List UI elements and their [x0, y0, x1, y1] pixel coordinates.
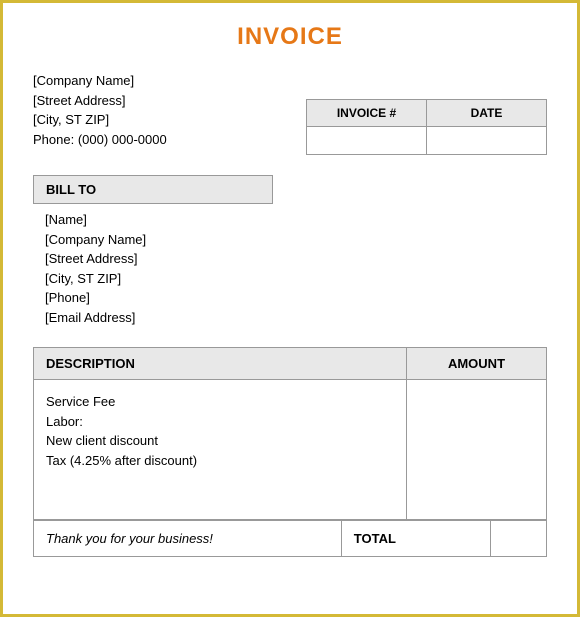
company-street: [Street Address] [33, 91, 167, 111]
amount-cell [407, 380, 547, 520]
thank-you-message: Thank you for your business! [34, 521, 342, 557]
top-section: [Company Name] [Street Address] [City, S… [33, 71, 547, 155]
bill-to-phone: [Phone] [45, 288, 547, 308]
footer-table: Thank you for your business! TOTAL [33, 520, 547, 557]
company-phone: Phone: (000) 000-0000 [33, 130, 167, 150]
invoice-number-cell [307, 127, 427, 155]
invoice-title: INVOICE [33, 23, 547, 51]
description-cell: Service Fee Labor: New client discount T… [34, 380, 407, 520]
invoice-meta-table: INVOICE # DATE [306, 99, 547, 155]
bill-to-company: [Company Name] [45, 230, 547, 250]
invoice-number-header: INVOICE # [307, 100, 427, 127]
bill-to-street: [Street Address] [45, 249, 547, 269]
total-label: TOTAL [341, 521, 491, 557]
company-city: [City, ST ZIP] [33, 110, 167, 130]
line-item-2: Labor: [46, 412, 394, 432]
bill-to-name: [Name] [45, 210, 547, 230]
date-cell [427, 127, 547, 155]
company-name: [Company Name] [33, 71, 167, 91]
line-item-3: New client discount [46, 431, 394, 451]
bill-to-email: [Email Address] [45, 308, 547, 328]
line-item-1: Service Fee [46, 392, 394, 412]
bill-to-header: BILL TO [33, 175, 273, 204]
date-header: DATE [427, 100, 547, 127]
description-header: DESCRIPTION [34, 348, 407, 380]
company-info: [Company Name] [Street Address] [City, S… [33, 71, 167, 149]
line-item-4: Tax (4.25% after discount) [46, 451, 394, 471]
total-value [491, 521, 547, 557]
bill-to-city: [City, ST ZIP] [45, 269, 547, 289]
items-table: DESCRIPTION AMOUNT Service Fee Labor: Ne… [33, 347, 547, 520]
amount-header: AMOUNT [407, 348, 547, 380]
bill-to-info: [Name] [Company Name] [Street Address] [… [33, 210, 547, 327]
